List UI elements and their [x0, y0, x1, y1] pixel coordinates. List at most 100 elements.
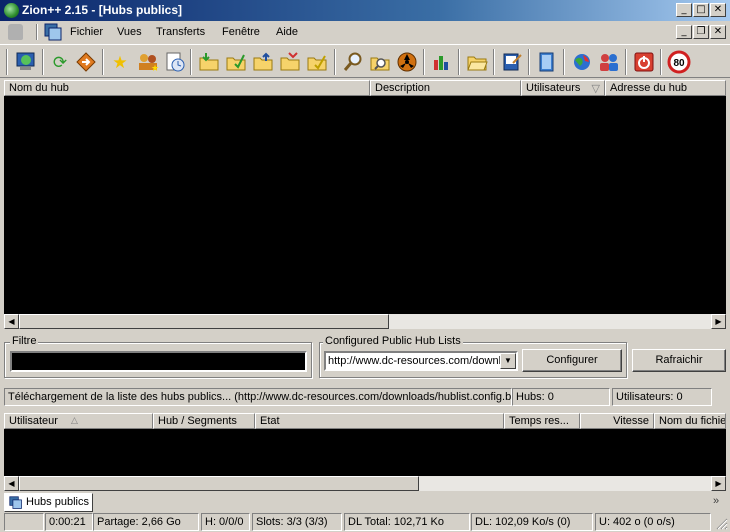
transfer-list-hscrollbar[interactable]: ◀ ▶: [4, 476, 726, 491]
user-count: Utilisateurs: 0: [612, 388, 712, 406]
users-icon[interactable]: [597, 50, 621, 74]
scroll-left-icon[interactable]: ◀: [4, 476, 19, 491]
search-spy-icon[interactable]: [395, 50, 419, 74]
status-hubs: H: 0/0/0: [201, 513, 250, 531]
status-dl-total: DL Total: 102,71 Ko: [344, 513, 470, 531]
column-header-users[interactable]: Utilisateurs ▽: [521, 80, 605, 96]
notepad-icon[interactable]: [535, 50, 559, 74]
mdi-child-icon: [9, 496, 22, 509]
column-header-hub-segments[interactable]: Hub / Segments: [153, 413, 255, 429]
cdm-debug-icon[interactable]: [570, 50, 594, 74]
public-lists-label: Configured Public Hub Lists: [323, 335, 463, 347]
dropdown-arrow-icon[interactable]: ▼: [500, 353, 516, 369]
tab-scroll-icon[interactable]: »: [713, 495, 727, 511]
menu-vues[interactable]: Vues: [117, 26, 142, 38]
network-stats-icon[interactable]: [430, 50, 454, 74]
finished-uploads-icon[interactable]: [278, 50, 302, 74]
toolbar-separator: [423, 49, 425, 75]
toolbar-separator: [625, 49, 627, 75]
minimize-button[interactable]: _: [676, 3, 692, 17]
hub-list-hscrollbar[interactable]: ◀ ▶: [4, 314, 726, 329]
speed-limit-icon[interactable]: 80: [667, 50, 691, 74]
open-filelist-icon[interactable]: [465, 50, 489, 74]
column-header-filename[interactable]: Nom du fichier: [654, 413, 726, 429]
title-bar[interactable]: Zion++ 2.15 - [Hubs publics] _ □ ✕: [0, 0, 730, 21]
search-icon[interactable]: [341, 50, 365, 74]
maximize-button[interactable]: □: [693, 3, 709, 17]
waiting-users-icon[interactable]: [305, 50, 329, 74]
hublist-select-value: http://www.dc-resources.com/downloads/hu…: [328, 355, 500, 367]
column-header-hub-name[interactable]: Nom du hub: [4, 80, 370, 96]
toolbar-separator: [493, 49, 495, 75]
status-uptime: 0:00:21: [45, 513, 93, 531]
tab-hubs-publics[interactable]: Hubs publics: [4, 493, 93, 512]
favorite-hubs-icon[interactable]: ★: [108, 50, 132, 74]
column-header-hub-address[interactable]: Adresse du hub: [605, 80, 726, 96]
mdi-child-icon[interactable]: [44, 23, 62, 41]
sort-ascending-icon: △: [71, 415, 78, 425]
toolbar-separator: [528, 49, 530, 75]
toolbar-separator: [42, 49, 44, 75]
column-header-user[interactable]: Utilisateur △: [4, 413, 153, 429]
scroll-thumb[interactable]: [19, 314, 389, 329]
network-icon[interactable]: [14, 50, 38, 74]
svg-text:★: ★: [151, 63, 159, 73]
toolbar-separator: [334, 49, 336, 75]
menu-fenetre[interactable]: Fenêtre: [222, 26, 260, 38]
size-grip-icon[interactable]: [714, 516, 728, 530]
upload-queue-icon[interactable]: [251, 50, 275, 74]
follow-redirect-icon[interactable]: [74, 50, 98, 74]
refresh-button[interactable]: Rafraichir: [632, 349, 726, 372]
toolbar-separator: [190, 49, 192, 75]
status-dl-rate: DL: 102,09 Ko/s (0): [471, 513, 593, 531]
configure-button[interactable]: Configurer: [522, 349, 622, 372]
filter-input[interactable]: [10, 351, 307, 372]
adl-search-icon[interactable]: [368, 50, 392, 74]
scroll-thumb[interactable]: [19, 476, 419, 491]
download-queue-icon[interactable]: [197, 50, 221, 74]
scroll-right-icon[interactable]: ▶: [711, 314, 726, 329]
tab-label: Hubs publics: [26, 496, 89, 508]
scroll-right-icon[interactable]: ▶: [711, 476, 726, 491]
status-ul: U: 402 o (0 o/s): [595, 513, 711, 531]
finished-downloads-icon[interactable]: [224, 50, 248, 74]
toolbar-separator: [458, 49, 460, 75]
toolbar-separator: [102, 49, 104, 75]
menu-bar: Fichier Vues Transferts Fenêtre Aide _ ❐…: [0, 21, 730, 43]
menu-separator: [36, 24, 38, 40]
status-share: Partage: 2,66 Go: [93, 513, 199, 531]
toolbar-separator: [660, 49, 662, 75]
reconnect-icon[interactable]: ⟳: [48, 50, 72, 74]
toolbar-grip: [6, 49, 8, 75]
toolbar-separator: [563, 49, 565, 75]
status-slots: Slots: 3/3 (3/3): [252, 513, 342, 531]
hub-list-status-message: Téléchargement de la liste des hubs publ…: [4, 388, 512, 406]
transfer-list-pane[interactable]: [4, 429, 726, 476]
shutdown-icon[interactable]: [632, 50, 656, 74]
column-header-users-label: Utilisateurs: [526, 82, 581, 94]
column-header-status[interactable]: Etat: [255, 413, 504, 429]
settings-icon[interactable]: [500, 50, 524, 74]
mdi-minimize-button[interactable]: _: [676, 25, 692, 39]
mdi-restore-button[interactable]: ❐: [693, 25, 709, 39]
column-header-speed[interactable]: Vitesse: [580, 413, 654, 429]
sort-descending-icon: ▽: [591, 83, 600, 95]
menu-transferts[interactable]: Transferts: [156, 26, 205, 38]
hublist-select[interactable]: http://www.dc-resources.com/downloads/hu…: [324, 351, 518, 371]
close-button[interactable]: ✕: [710, 3, 726, 17]
status-empty: [4, 513, 44, 531]
hub-list-pane[interactable]: [4, 96, 726, 314]
column-header-description[interactable]: Description: [370, 80, 521, 96]
menu-fichier[interactable]: Fichier: [70, 26, 103, 38]
recent-hubs-icon[interactable]: [163, 50, 187, 74]
column-header-time-left[interactable]: Temps res...: [504, 413, 580, 429]
app-icon[interactable]: [4, 3, 19, 18]
toolbar: ⟳ ★ ★ 80: [0, 44, 730, 78]
column-header-user-label: Utilisateur: [9, 415, 58, 427]
scroll-left-icon[interactable]: ◀: [4, 314, 19, 329]
filter-label: Filtre: [10, 335, 39, 347]
mdi-close-button[interactable]: ✕: [710, 25, 726, 39]
favorite-users-icon[interactable]: ★: [136, 50, 160, 74]
svg-text:80: 80: [673, 58, 685, 69]
menu-aide[interactable]: Aide: [276, 26, 298, 38]
